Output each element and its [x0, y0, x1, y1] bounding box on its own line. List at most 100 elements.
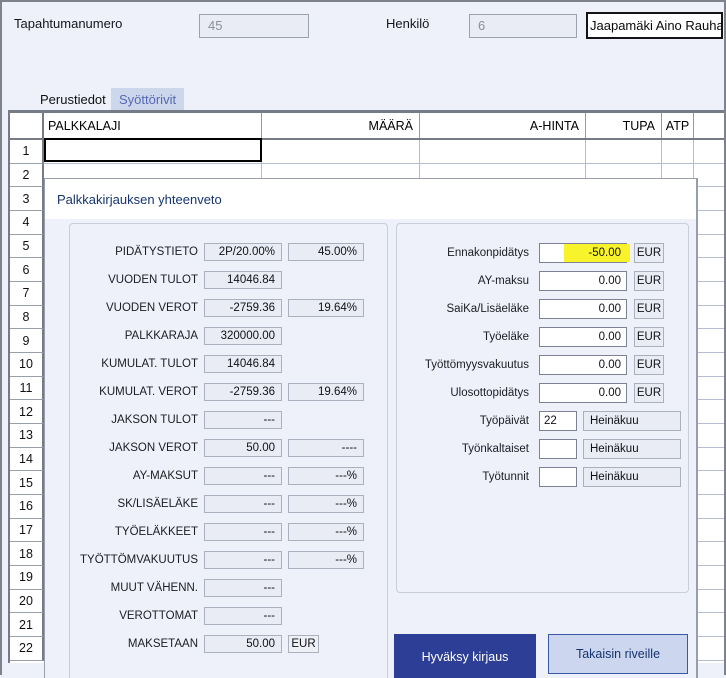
amount-input[interactable]: 0.00: [539, 271, 627, 291]
summary-row-label: TYÖELÄKKEET: [114, 526, 198, 538]
person-name-field[interactable]: Jaapamäki Aino Rauha: [586, 12, 723, 39]
row-number[interactable]: 22: [10, 637, 44, 661]
month-label: Heinäkuu: [583, 439, 681, 459]
summary-row-value: ---: [204, 579, 282, 597]
amount-input[interactable]: 0.00: [539, 327, 627, 347]
grid-cell[interactable]: [694, 234, 726, 259]
row-number[interactable]: 3: [10, 187, 44, 212]
entry-row-label: AY-maksu: [477, 275, 529, 287]
grid-cell[interactable]: [694, 447, 726, 472]
column-header: A-HINTA: [420, 113, 586, 138]
row-number[interactable]: 8: [10, 305, 44, 330]
grid-cell[interactable]: [694, 613, 726, 638]
tab-syottorivit[interactable]: Syöttörivit: [111, 88, 185, 110]
days-input[interactable]: [539, 467, 577, 487]
accept-entry-button[interactable]: Hyväksy kirjaus: [394, 634, 536, 678]
row-number[interactable]: 7: [10, 282, 44, 306]
amount-value: -50.00: [588, 247, 621, 259]
grid-cell[interactable]: [694, 589, 726, 614]
row-number[interactable]: 20: [10, 589, 44, 614]
entry-row-label: Työtunnit: [482, 471, 529, 483]
grid-cell[interactable]: [694, 305, 726, 330]
row-number[interactable]: 2: [10, 163, 44, 188]
amount-input[interactable]: 0.00: [539, 355, 627, 375]
grid-cell[interactable]: [420, 140, 586, 164]
summary-row: VEROTTOMAT ---: [45, 607, 696, 627]
back-to-rows-button[interactable]: Takaisin riveille: [548, 634, 688, 674]
summary-row: MUUT VÄHENN. ---: [45, 579, 696, 599]
column-header: [694, 113, 726, 138]
dialog-title: Palkkakirjauksen yhteenveto: [57, 191, 222, 207]
grid-cell[interactable]: [694, 353, 726, 377]
row-number[interactable]: 14: [10, 447, 44, 472]
summary-row-percent: ---%: [288, 495, 364, 513]
row-number[interactable]: 6: [10, 258, 44, 283]
grid-cell[interactable]: [694, 187, 726, 212]
grid-cell[interactable]: [694, 566, 726, 590]
entry-row: SaiKa/Lisäeläke 0.00 EUR: [45, 299, 696, 319]
tab-perustiedot[interactable]: Perustiedot: [36, 88, 110, 110]
grid-cell[interactable]: [694, 471, 726, 496]
grid-cell[interactable]: [694, 376, 726, 401]
entry-row-label: Työnkaltaiset: [461, 443, 529, 455]
entry-row-label: Ennakonpidätys: [447, 247, 529, 259]
summary-row: TYÖTTÖMVAKUUTUS --- ---%: [45, 551, 696, 571]
month-label: Heinäkuu: [583, 411, 681, 431]
amount-value: 0.00: [598, 359, 621, 371]
grid-cell[interactable]: [694, 400, 726, 425]
row-number[interactable]: 18: [10, 542, 44, 567]
row-number[interactable]: 11: [10, 376, 44, 401]
currency-label: EUR: [634, 299, 664, 319]
days-input[interactable]: 22: [539, 411, 577, 431]
row-number[interactable]: 13: [10, 424, 44, 448]
days-input[interactable]: [539, 439, 577, 459]
row-number[interactable]: 21: [10, 613, 44, 638]
grid-cell[interactable]: [44, 140, 262, 164]
grid-cell[interactable]: [694, 211, 726, 235]
currency-label: EUR: [634, 383, 664, 403]
amount-value: 0.00: [598, 303, 621, 315]
grid-cell[interactable]: [694, 163, 726, 188]
grid-cell[interactable]: [694, 542, 726, 567]
row-number[interactable]: 12: [10, 400, 44, 425]
summary-row-label: MUUT VÄHENN.: [110, 582, 198, 594]
grid-cell[interactable]: [586, 140, 662, 164]
currency-label: EUR: [288, 635, 319, 653]
person-number-field: 6: [469, 14, 577, 38]
amount-input[interactable]: -50.00: [539, 243, 630, 263]
grid-cell[interactable]: [662, 140, 694, 164]
grid-cell[interactable]: [694, 495, 726, 519]
grid-cell[interactable]: [694, 637, 726, 661]
entry-row-label: Työeläke: [482, 331, 529, 343]
amount-value: 0.00: [598, 331, 621, 343]
grid-cell[interactable]: [694, 424, 726, 448]
grid-cell[interactable]: [694, 140, 726, 164]
column-header: ATP: [662, 113, 694, 138]
summary-row-percent: ---%: [288, 523, 364, 541]
row-number[interactable]: 5: [10, 234, 44, 259]
row-number[interactable]: 4: [10, 211, 44, 235]
row-number[interactable]: 17: [10, 518, 44, 543]
grid-cell[interactable]: [694, 518, 726, 543]
grid-cell[interactable]: [694, 329, 726, 354]
row-number[interactable]: 16: [10, 495, 44, 519]
row-number[interactable]: 15: [10, 471, 44, 496]
grid-cell[interactable]: [694, 258, 726, 283]
summary-row-value: 50.00: [204, 635, 282, 653]
currency-label: EUR: [634, 271, 664, 291]
entry-row-label: SaiKa/Lisäeläke: [446, 303, 529, 315]
grid-cell[interactable]: [262, 140, 420, 164]
amount-input[interactable]: 0.00: [539, 383, 627, 403]
row-number[interactable]: 10: [10, 353, 44, 377]
row-number[interactable]: 1: [10, 140, 44, 164]
grid-cell[interactable]: [694, 282, 726, 306]
row-number[interactable]: 19: [10, 566, 44, 590]
amount-value: 0.00: [598, 387, 621, 399]
column-header: [10, 113, 44, 138]
summary-row-value: ---: [204, 523, 282, 541]
row-number[interactable]: 9: [10, 329, 44, 354]
currency-label: EUR: [634, 243, 664, 263]
person-label: Henkilö: [386, 16, 430, 31]
summary-row-value: ---: [204, 551, 282, 569]
amount-input[interactable]: 0.00: [539, 299, 627, 319]
